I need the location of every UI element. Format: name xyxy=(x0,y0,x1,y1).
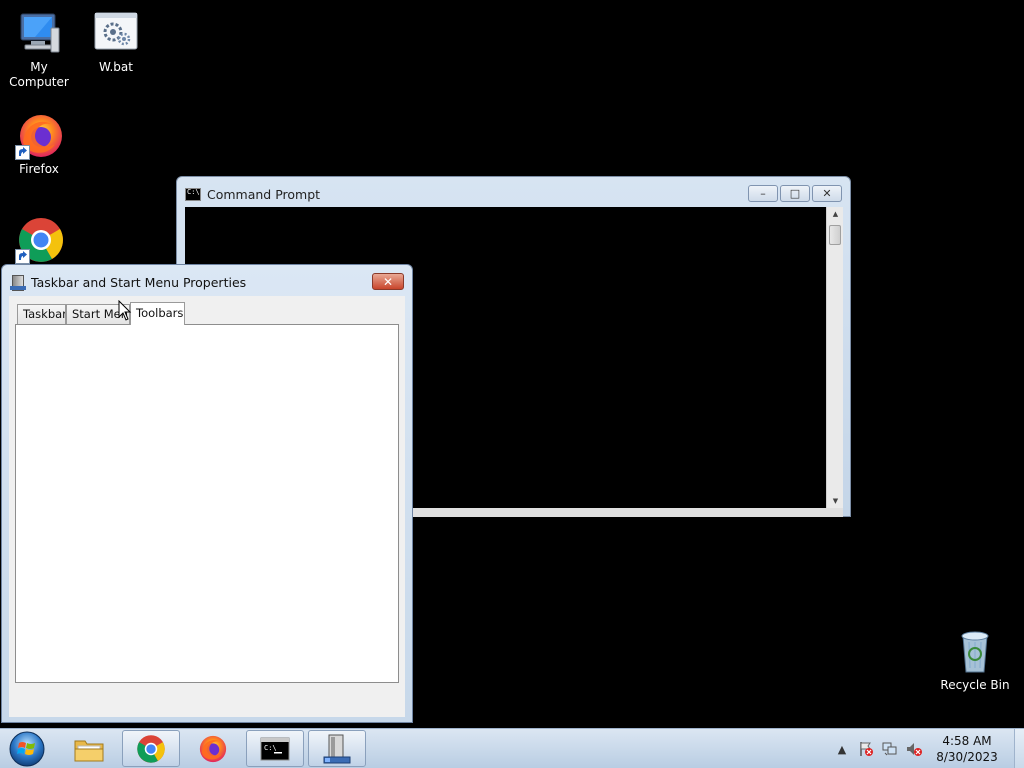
taskbar-properties-icon xyxy=(10,274,26,291)
taskbar-properties-dialog[interactable]: Taskbar and Start Menu Properties ✕ Task… xyxy=(1,264,413,723)
shortcut-arrow-icon xyxy=(15,145,30,160)
taskbar-properties-button[interactable] xyxy=(308,730,366,767)
tab-label: Toolbars xyxy=(136,306,184,320)
minimize-icon: – xyxy=(760,187,766,200)
taskbar-explorer-button[interactable] xyxy=(60,730,118,767)
dialog-titlebar[interactable]: Taskbar and Start Menu Properties xyxy=(10,273,246,291)
maximize-icon: □ xyxy=(789,187,801,200)
taskbar-chrome-button[interactable] xyxy=(122,730,180,767)
dialog-title: Taskbar and Start Menu Properties xyxy=(31,274,247,290)
desktop-icon-chrome[interactable] xyxy=(0,216,78,266)
firefox-icon xyxy=(15,112,63,160)
chrome-icon xyxy=(15,216,63,264)
mouse-cursor-icon xyxy=(118,299,132,322)
desktop-icon-label: Firefox xyxy=(19,162,59,176)
batch-file-icon xyxy=(92,10,140,58)
minimize-button[interactable]: – xyxy=(748,185,778,202)
explorer-icon xyxy=(74,740,104,761)
action-center-flag-icon[interactable] xyxy=(856,739,876,759)
close-icon: ✕ xyxy=(382,274,394,289)
windows-orb-icon xyxy=(9,731,45,767)
tab-toolbars[interactable]: Toolbars xyxy=(130,302,185,325)
network-icon[interactable] xyxy=(880,739,900,759)
start-button[interactable] xyxy=(7,731,47,767)
taskbar-clock[interactable]: 4:58 AM 8/30/2023 xyxy=(932,733,1002,765)
volume-muted-icon[interactable] xyxy=(904,739,924,759)
taskbar-firefox-button[interactable] xyxy=(184,730,242,767)
desktop-icon-label: My Computer xyxy=(9,60,69,89)
close-button[interactable]: ✕ xyxy=(812,185,842,202)
scroll-up-icon[interactable]: ▲ xyxy=(827,207,844,221)
desktop-icon-w-bat[interactable]: W.bat xyxy=(77,10,155,75)
clock-date: 8/30/2023 xyxy=(936,750,998,764)
command-prompt-titlebar[interactable]: Command Prompt xyxy=(185,185,320,203)
show-desktop-button[interactable] xyxy=(1014,729,1024,768)
window-title: Command Prompt xyxy=(207,186,321,202)
desktop-icon-label: Recycle Bin xyxy=(940,678,1010,692)
show-hidden-icons-icon[interactable]: ▲ xyxy=(832,739,852,759)
system-tray: ▲ 4:58 AM 8/30/2023 xyxy=(832,729,1024,768)
desktop-icon-recycle-bin[interactable]: Recycle Bin xyxy=(936,628,1014,692)
taskbar-cmd-button[interactable]: C:\ xyxy=(246,730,304,767)
dialog-close-button[interactable]: ✕ xyxy=(372,273,404,290)
vertical-scrollbar[interactable]: ▲ ▼ xyxy=(826,207,843,508)
tab-panel-toolbars xyxy=(15,324,399,683)
dialog-client-area: Taskbar Start Menu Toolbars xyxy=(9,296,405,717)
recycle-bin-icon xyxy=(951,628,999,676)
taskbar: C:\ ▲ 4:58 AM 8/30/2023 xyxy=(0,728,1024,768)
clock-time: 4:58 AM xyxy=(942,734,992,748)
svg-text:C:\: C:\ xyxy=(264,744,277,752)
tab-label: Taskbar xyxy=(23,307,66,321)
desktop-icon-label: W.bat xyxy=(99,60,133,74)
close-icon: ✕ xyxy=(822,187,832,200)
cmd-icon xyxy=(185,187,201,201)
chrome-icon xyxy=(137,734,165,763)
tab-taskbar[interactable]: Taskbar xyxy=(17,304,66,324)
maximize-button[interactable]: □ xyxy=(780,185,810,202)
taskbar-properties-icon xyxy=(323,734,351,763)
scroll-down-icon[interactable]: ▼ xyxy=(827,494,844,508)
shortcut-arrow-icon xyxy=(15,249,30,264)
computer-icon xyxy=(15,10,63,58)
firefox-icon xyxy=(199,735,227,762)
desktop-icon-my-computer[interactable]: My Computer xyxy=(0,10,78,90)
desktop-icon-firefox[interactable]: Firefox xyxy=(0,112,78,177)
cmd-icon: C:\ xyxy=(260,737,290,760)
scroll-thumb[interactable] xyxy=(829,225,841,245)
